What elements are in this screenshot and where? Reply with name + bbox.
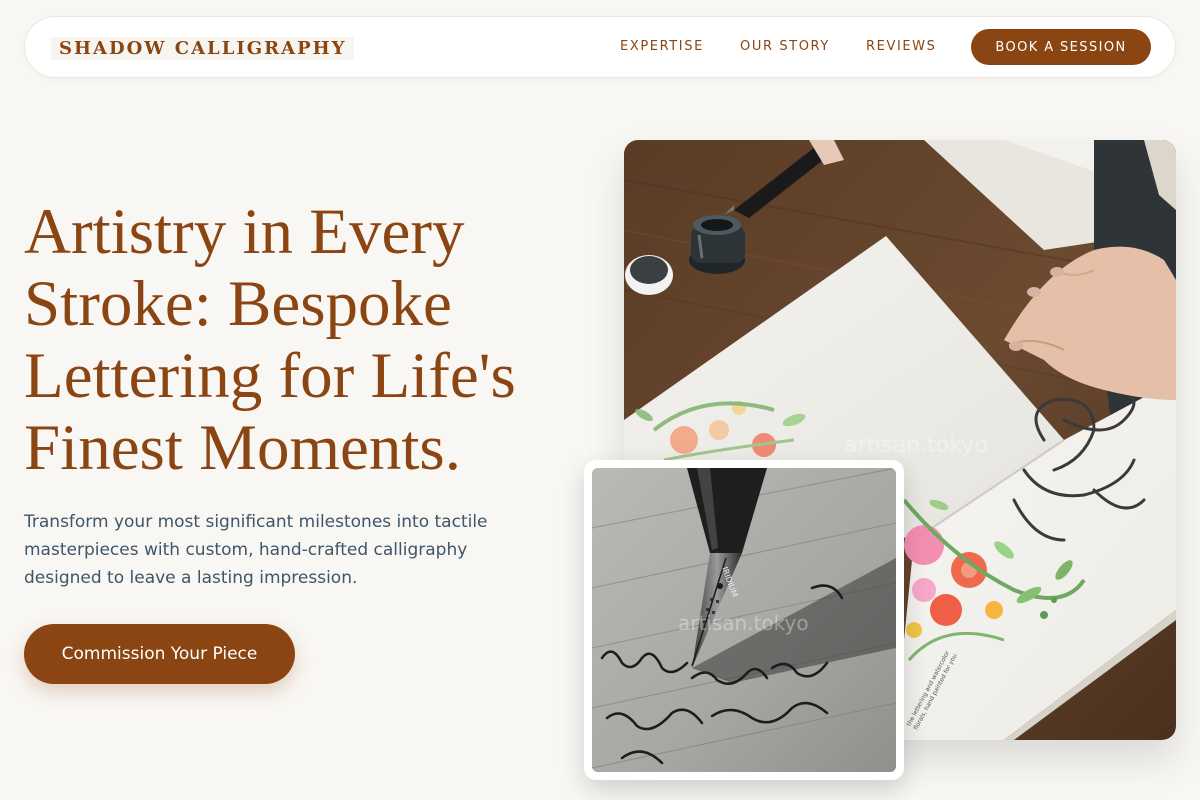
hero-title-line-2: Stroke: Bespoke <box>24 268 452 340</box>
nav-link-reviews[interactable]: REVIEWS <box>866 39 937 54</box>
hero-subtitle: Transform your most significant mileston… <box>24 508 544 592</box>
hero-subtitle-line-3: designed to leave a lasting impression. <box>24 568 358 588</box>
hero-title-line-3: Lettering for Life's <box>24 340 516 412</box>
nav-link-our-story[interactable]: OUR STORY <box>740 39 830 54</box>
fountain-pen-illustration: IRIDIUM artisan.tokyo <box>592 468 896 772</box>
inset-photo-frame: IRIDIUM artisan.tokyo <box>584 460 904 780</box>
book-session-button[interactable]: BOOK A SESSION <box>971 29 1151 65</box>
nav-link-expertise[interactable]: EXPERTISE <box>620 39 704 54</box>
inset-photo-watermark: artisan.tokyo <box>678 611 809 635</box>
main-photo-watermark: artisan.tokyo <box>844 433 988 458</box>
hero-title: Artistry in Every Stroke: Bespoke Letter… <box>24 196 614 484</box>
brand-logo[interactable]: SHADOW CALLIGRAPHY <box>51 37 355 60</box>
hero-title-line-1: Artistry in Every <box>24 196 465 268</box>
navbar: SHADOW CALLIGRAPHY EXPERTISE OUR STORY R… <box>24 16 1176 78</box>
hero-title-line-4: Finest Moments. <box>24 412 461 484</box>
hero-subtitle-line-1: Transform your most significant mileston… <box>24 512 488 532</box>
inset-photo-fountain-pen: IRIDIUM artisan.tokyo <box>592 468 896 772</box>
commission-piece-button[interactable]: Commission Your Piece <box>24 624 295 684</box>
hero-subtitle-line-2: masterpieces with custom, hand-crafted c… <box>24 540 468 560</box>
